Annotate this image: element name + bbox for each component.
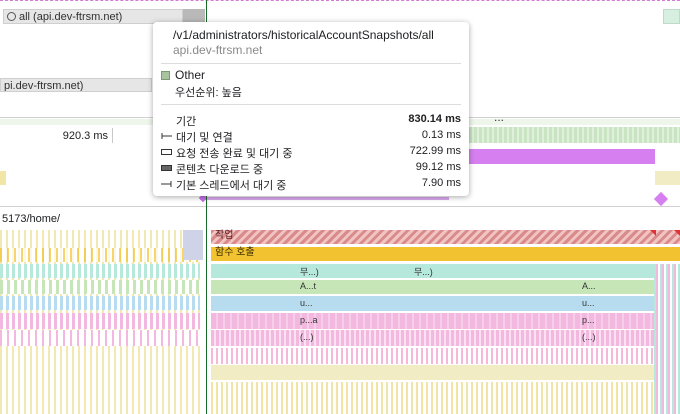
category-swatch [161,71,170,80]
request-bar-right[interactable] [663,9,680,24]
flame-label-9: (...) [300,332,314,342]
network-request-label-2: pi.dev-ftrsm.net) [4,80,84,92]
tooltip-category: Other [175,68,206,82]
flame-row-pink-3[interactable] [211,348,654,364]
diamond-marker[interactable] [653,191,669,207]
tooltip-priority: 우선순위: 높음 [175,87,242,99]
right-marker [655,171,680,185]
flame-label-10: (...) [582,332,596,342]
flame-label-2: 무...) [414,267,433,277]
main-thread-url: 5173/home/ [2,213,61,225]
flame-right-stripes [654,264,680,414]
flame-label-8: p... [582,315,595,325]
performance-panel: all (api.dev-ftrsm.net) pi.dev-ftrsm.net… [0,0,680,414]
request-bar-purple[interactable] [469,149,655,164]
stripes-green [0,280,200,294]
duration-value: 830.14 ms [408,113,461,125]
flame-label-7: p...a [300,315,318,325]
request-line [200,197,449,200]
tooltip-separator-2 [161,104,461,105]
main-thread-wait-label: 기본 스레드에서 대기 중 [176,180,287,192]
function-call-bar[interactable]: 함수 호출 [211,247,680,261]
hollow-box-icon [161,149,172,155]
stripes-yellow [0,248,200,262]
arrow-line-icon [161,181,172,187]
network-request-label: all (api.dev-ftrsm.net) [19,11,123,23]
content-download-value: 99.12 ms [415,161,461,173]
stripes-pink [0,313,200,329]
network-green-segments [469,127,680,143]
request-waiting-value: 722.99 ms [409,145,461,157]
request-waiting-label: 요청 전송 완료 및 대기 중 [176,148,293,160]
network-request-bar-2[interactable]: pi.dev-ftrsm.net) [0,78,152,92]
filled-box-icon [161,165,172,171]
network-icon [7,12,16,21]
track-divider-2 [0,206,680,207]
time-label: 920.3 ms [62,130,108,142]
grey-block [183,230,203,260]
flame-row-cream[interactable] [211,365,654,380]
flame-row-deep [211,382,654,414]
task-label: 작업 [215,230,234,241]
main-thread-wait-value: 7.90 ms [421,177,461,189]
network-tooltip: /v1/administrators/historicalAccountSnap… [153,22,469,196]
flame-label-1: 무...) [300,267,319,277]
queue-connect-value: 0.13 ms [421,129,461,141]
flame-label-6: u... [582,298,595,308]
function-call-label: 함수 호출 [215,247,255,258]
tooltip-host: api.dev-ftrsm.net [173,43,263,57]
stripes-pink-2 [0,330,200,346]
stripes-teal [0,264,200,278]
flame-label-3: A...t [300,281,317,291]
time-tick [112,128,113,143]
left-marker [0,171,6,185]
tooltip-separator [161,63,461,64]
stripes-blue [0,296,200,310]
queue-connect-label: 대기 및 연결 [176,132,233,144]
duration-label: 기간 [176,116,197,128]
flame-label-5: u... [300,298,313,308]
tooltip-url: /v1/administrators/historicalAccountSnap… [173,28,434,42]
whisker-icon [161,133,172,139]
top-dashed-marker [0,0,680,3]
more-indicator[interactable]: ... [494,110,504,124]
flame-label-4: A... [582,281,596,291]
task-bar[interactable]: 작업 [211,230,680,244]
content-download-label: 콘텐츠 다운로드 중 [176,164,264,176]
